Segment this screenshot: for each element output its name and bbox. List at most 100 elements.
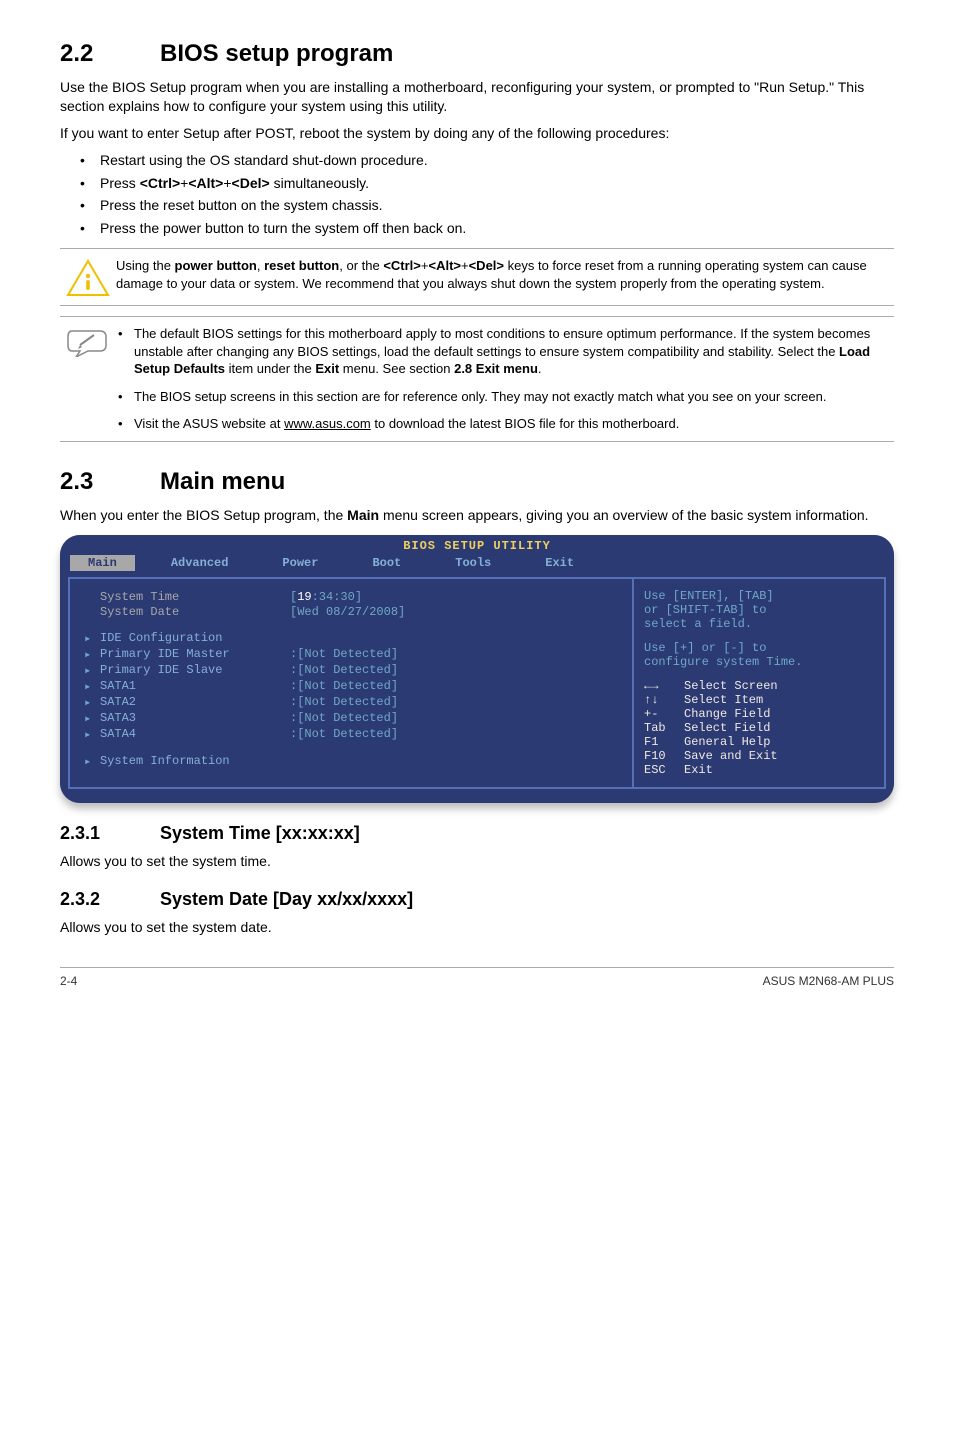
help-key-row: ESCExit: [644, 763, 874, 777]
key-label: Change Field: [684, 707, 770, 721]
text: menu. See section: [339, 361, 454, 376]
key-label: Select Screen: [684, 679, 778, 693]
page-footer: 2-4 ASUS M2N68-AM PLUS: [60, 967, 894, 988]
bios-tab-exit: Exit: [527, 555, 592, 571]
key: <Del>: [469, 258, 504, 273]
key-icon: F10: [644, 749, 684, 763]
text: simultaneously.: [270, 175, 369, 191]
text: +: [223, 175, 231, 191]
bios-tab-advanced: Advanced: [153, 555, 247, 571]
key-icon: ↑↓: [644, 693, 684, 707]
bios-row-sysdate: System Date [Wed 08/27/2008]: [84, 605, 618, 619]
help-key-row: F10Save and Exit: [644, 749, 874, 763]
text: Visit the ASUS website at: [134, 416, 284, 431]
footer-product: ASUS M2N68-AM PLUS: [763, 974, 894, 988]
value: :[Not Detected]: [290, 727, 398, 742]
label: Primary IDE Slave: [100, 663, 290, 678]
heading-2-3-2: 2.3.2System Date [Day xx/xx/xxxx]: [60, 889, 894, 910]
bios-row-pim: ▸ Primary IDE Master :[Not Detected]: [84, 647, 618, 662]
text: When you enter the BIOS Setup program, t…: [60, 507, 347, 523]
text: to download the latest BIOS file for thi…: [371, 416, 680, 431]
text: +: [461, 258, 469, 273]
bios-row-sata2: ▸ SATA2 :[Not Detected]: [84, 695, 618, 710]
note-item: The default BIOS settings for this mothe…: [116, 325, 894, 378]
bios-tab-power: Power: [264, 555, 336, 571]
bold: 2.8 Exit menu: [454, 361, 538, 376]
bullet-item: Press <Ctrl>+<Alt>+<Del> simultaneously.: [60, 174, 894, 193]
heading-num: 2.2: [60, 40, 160, 68]
key-icon: ←→: [644, 679, 684, 693]
key: <Alt>: [428, 258, 461, 273]
label: SATA3: [100, 711, 290, 726]
bios-tab-main: Main: [70, 555, 135, 571]
label: SATA1: [100, 679, 290, 694]
paragraph: If you want to enter Setup after POST, r…: [60, 124, 894, 143]
bios-row-sata3: ▸ SATA3 :[Not Detected]: [84, 711, 618, 726]
paragraph: Use the BIOS Setup program when you are …: [60, 78, 894, 116]
heading-2-3: 2.3Main menu: [60, 468, 894, 496]
key-label: Exit: [684, 763, 713, 777]
heading-title: System Time [xx:xx:xx]: [160, 823, 360, 843]
heading-num: 2.3.2: [60, 889, 160, 910]
text: , or the: [339, 258, 383, 273]
help-key-row: F1General Help: [644, 735, 874, 749]
key-icon: F1: [644, 735, 684, 749]
bold: Exit: [315, 361, 339, 376]
help-line: Use [ENTER], [TAB]: [644, 589, 874, 603]
text: The default BIOS settings for this mothe…: [134, 326, 870, 359]
note-item: Visit the ASUS website at www.asus.com t…: [116, 415, 894, 433]
label: SATA4: [100, 727, 290, 742]
paragraph: Allows you to set the system date.: [60, 918, 894, 937]
value: :[Not Detected]: [290, 679, 398, 694]
value: :[Not Detected]: [290, 711, 398, 726]
heading-title: Main menu: [160, 468, 285, 495]
note-callout: The default BIOS settings for this mothe…: [60, 316, 894, 442]
bold: reset button: [264, 258, 339, 273]
label: System Time: [100, 590, 290, 604]
label: IDE Configuration: [100, 631, 290, 646]
value: [19:34:30]: [290, 590, 362, 604]
bullet-item: Press the reset button on the system cha…: [60, 196, 894, 215]
bold: Main: [347, 507, 379, 523]
key: <Ctrl>: [140, 175, 180, 191]
warning-icon: [60, 257, 116, 297]
bios-row-sata4: ▸ SATA4 :[Not Detected]: [84, 727, 618, 742]
text: .: [538, 361, 542, 376]
bios-body: System Time [19:34:30] System Date [Wed …: [60, 573, 894, 803]
value: :[Not Detected]: [290, 647, 398, 662]
key: <Del>: [232, 175, 270, 191]
label: Primary IDE Master: [100, 647, 290, 662]
label: System Information: [100, 754, 290, 769]
bios-row-sata1: ▸ SATA1 :[Not Detected]: [84, 679, 618, 694]
heading-num: 2.3.1: [60, 823, 160, 844]
note-icon: [60, 325, 116, 357]
key-label: General Help: [684, 735, 770, 749]
text: Press the reset button on the system cha…: [100, 197, 382, 213]
help-key-row: ↑↓Select Item: [644, 693, 874, 707]
heading-num: 2.3: [60, 468, 160, 496]
key-icon: ESC: [644, 763, 684, 777]
note-item: The BIOS setup screens in this section a…: [116, 388, 894, 406]
key-label: Save and Exit: [684, 749, 778, 763]
help-line: configure system Time.: [644, 655, 874, 669]
bios-menubar: Main Advanced Power Boot Tools Exit: [60, 555, 894, 573]
warning-callout: Using the power button, reset button, or…: [60, 248, 894, 306]
bold: power button: [175, 258, 257, 273]
bios-main-panel: System Time [19:34:30] System Date [Wed …: [68, 577, 632, 789]
bullet-item: Press the power button to turn the syste…: [60, 219, 894, 238]
text: item under the: [225, 361, 315, 376]
help-line: or [SHIFT-TAB] to: [644, 603, 874, 617]
value: :[Not Detected]: [290, 663, 398, 678]
text: The BIOS setup screens in this section a…: [134, 389, 826, 404]
bios-row-systime: System Time [19:34:30]: [84, 590, 618, 604]
key-icon: Tab: [644, 721, 684, 735]
label: SATA2: [100, 695, 290, 710]
paragraph: Allows you to set the system time.: [60, 852, 894, 871]
text: Press: [100, 175, 140, 191]
heading-title: BIOS setup program: [160, 40, 393, 67]
help-key-row: +-Change Field: [644, 707, 874, 721]
text: Press the power button to turn the syste…: [100, 220, 466, 236]
bios-title: BIOS SETUP UTILITY: [60, 535, 894, 555]
key-label: Select Field: [684, 721, 770, 735]
label: System Date: [100, 605, 290, 619]
